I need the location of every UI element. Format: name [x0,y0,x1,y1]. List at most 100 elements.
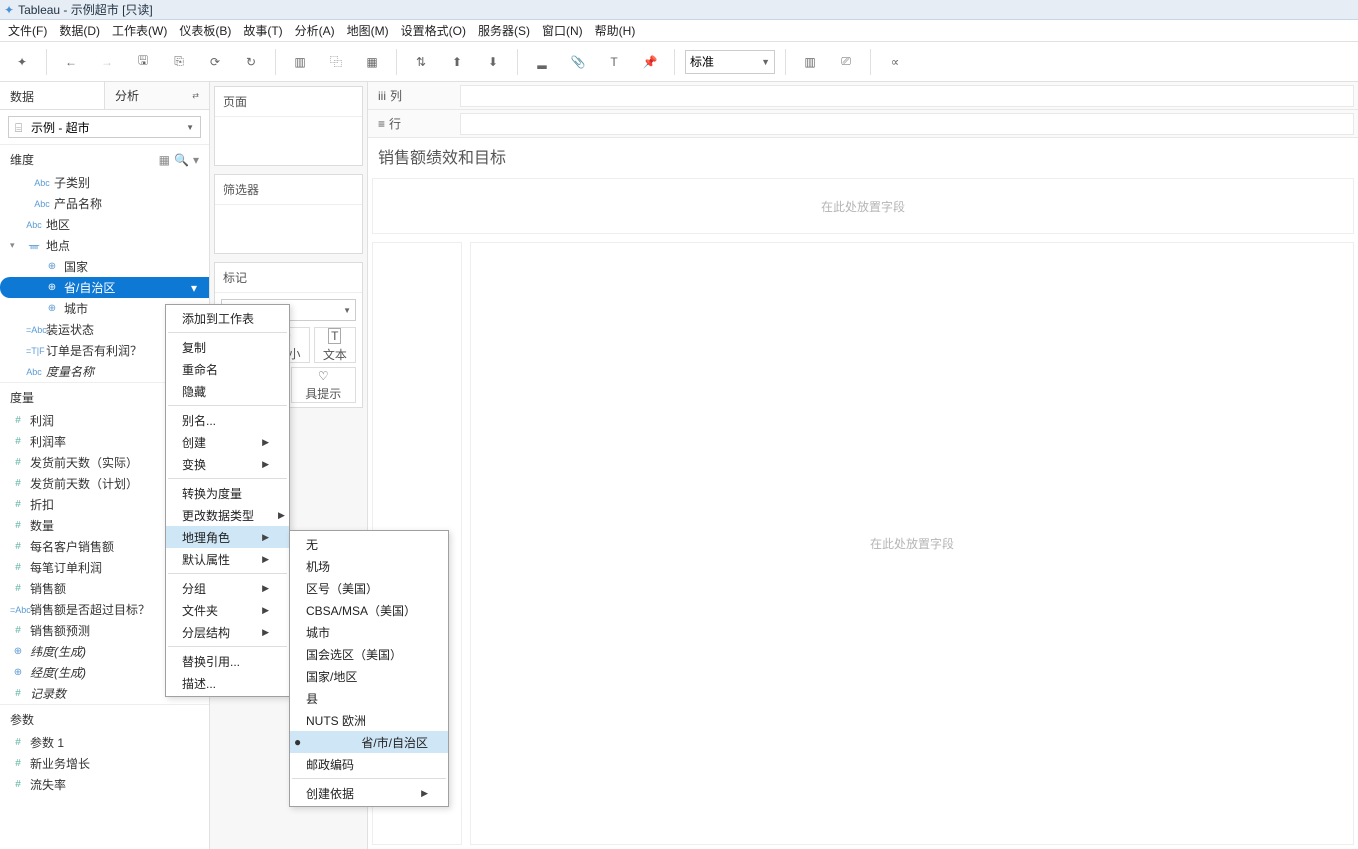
view-icon[interactable]: ▦ [159,153,170,167]
menu-item-转换为度量[interactable]: 转换为度量 [166,482,289,504]
field-国家[interactable]: ⊕国家 [0,256,209,277]
datasource-dropdown[interactable]: ⌸示例 - 超市 ▼ [8,116,201,138]
new-data-icon[interactable]: ⎘ [165,48,193,76]
columns-icon: iii [378,89,386,103]
parameters-header: 参数 [0,704,209,732]
swap-icon[interactable]: ⇅ [407,48,435,76]
menu-item-变换[interactable]: 变换▶ [166,453,289,475]
field-参数 1[interactable]: #参数 1 [0,732,209,753]
columns-drop[interactable] [460,85,1354,107]
menu-dashboard[interactable]: 仪表板(B) [179,22,231,39]
filters-shelf[interactable]: 筛选器 [214,174,363,254]
field-子类别[interactable]: Abc子类别 [0,172,209,193]
field-地区[interactable]: Abc地区 [0,214,209,235]
menu-item-分组[interactable]: 分组▶ [166,577,289,599]
menu-item-邮政编码[interactable]: 邮政编码 [290,753,448,775]
menu-item-复制[interactable]: 复制 [166,336,289,358]
menu-data[interactable]: 数据(D) [59,22,100,39]
drop-zone-top[interactable]: 在此处放置字段 [372,178,1354,234]
field-产品名称[interactable]: Abc产品名称 [0,193,209,214]
show-cards-icon[interactable]: ▥ [796,48,824,76]
menu-item-隐藏[interactable]: 隐藏 [166,380,289,402]
menu-item-添加到工作表[interactable]: 添加到工作表 [166,307,289,329]
menu-item-国家/地区[interactable]: 国家/地区 [290,665,448,687]
group-icon[interactable]: 📎 [564,48,592,76]
field-地点[interactable]: ▾ᚄ地点 [0,235,209,256]
menu-icon[interactable]: ▾ [193,153,199,167]
menu-item-城市[interactable]: 城市 [290,621,448,643]
chevron-down-icon: ▼ [186,123,194,132]
field-新业务增长[interactable]: #新业务增长 [0,753,209,774]
home-icon[interactable]: ✦ [8,48,36,76]
tooltip-icon: ♡ [318,369,329,383]
columns-shelf[interactable]: iii列 [368,82,1358,110]
menu-bar: 文件(F) 数据(D) 工作表(W) 仪表板(B) 故事(T) 分析(A) 地图… [0,20,1358,42]
window-title: Tableau - 示例超市 [只读] [18,1,153,18]
menu-story[interactable]: 故事(T) [243,22,282,39]
forward-icon[interactable]: → [93,48,121,76]
separator [870,49,871,75]
presentation-icon[interactable]: ⎚ [832,48,860,76]
menu-item-文件夹[interactable]: 文件夹▶ [166,599,289,621]
rows-drop[interactable] [460,113,1354,135]
menu-item-地理角色[interactable]: 地理角色▶ [166,526,289,548]
menu-item-国会选区（美国）[interactable]: 国会选区（美国） [290,643,448,665]
share-icon[interactable]: ∝ [881,48,909,76]
menu-format[interactable]: 设置格式(O) [401,22,466,39]
tab-analytics[interactable]: 分析 ⇄ [104,82,209,109]
field-流失率[interactable]: #流失率 [0,774,209,795]
marks-text-button[interactable]: T文本 [314,327,356,363]
chevron-down-icon: ▼ [761,57,770,67]
search-icon[interactable]: 🔍 [174,153,189,167]
datasource-icon: ⌸ [15,121,27,136]
separator [275,49,276,75]
menu-item-别名...[interactable]: 别名... [166,409,289,431]
menu-item-分层结构[interactable]: 分层结构▶ [166,621,289,643]
menu-item-省/市/自治区[interactable]: ●省/市/自治区 [290,731,448,753]
menu-worksheet[interactable]: 工作表(W) [112,22,167,39]
menu-item-默认属性[interactable]: 默认属性▶ [166,548,289,570]
menu-item-区号（美国）[interactable]: 区号（美国） [290,577,448,599]
menu-item-重命名[interactable]: 重命名 [166,358,289,380]
tab-data[interactable]: 数据 [0,82,104,109]
drop-zone-main[interactable]: 在此处放置字段 [470,242,1354,845]
back-icon[interactable]: ← [57,48,85,76]
highlight-icon[interactable]: ▂ [528,48,556,76]
auto-update-icon[interactable]: ⟳ [201,48,229,76]
menu-item-CBSA/MSA（美国）[interactable]: CBSA/MSA（美国） [290,599,448,621]
clear-icon[interactable]: ▦ [358,48,386,76]
menu-map[interactable]: 地图(M) [347,22,389,39]
menu-separator [168,332,287,333]
menu-item-无[interactable]: 无 [290,533,448,555]
run-icon[interactable]: ↻ [237,48,265,76]
duplicate-icon[interactable]: ⿻ [322,48,350,76]
sort-desc-icon[interactable]: ⬇ [479,48,507,76]
pin-icon[interactable]: 📌 [636,48,664,76]
menu-window[interactable]: 窗口(N) [542,22,583,39]
menu-item-NUTS 欧洲[interactable]: NUTS 欧洲 [290,709,448,731]
fit-dropdown[interactable]: 标准 ▼ [685,50,775,74]
menu-analysis[interactable]: 分析(A) [295,22,335,39]
menu-separator [168,405,287,406]
menu-file[interactable]: 文件(F) [8,22,47,39]
menu-item-更改数据类型[interactable]: 更改数据类型▶ [166,504,289,526]
marks-tooltip-button[interactable]: ♡具提示 [291,367,357,403]
top-shelves: iii列 ≡行 [368,82,1358,138]
label-icon[interactable]: T [600,48,628,76]
menu-item-创建[interactable]: 创建▶ [166,431,289,453]
fit-label: 标准 [690,53,714,70]
menu-item-创建依据[interactable]: 创建依据▶ [290,782,448,804]
menu-item-县[interactable]: 县 [290,687,448,709]
sheet-title[interactable]: 销售额绩效和目标 [368,138,1358,174]
menu-item-描述...[interactable]: 描述... [166,672,289,694]
new-worksheet-icon[interactable]: ▥ [286,48,314,76]
menu-item-机场[interactable]: 机场 [290,555,448,577]
sort-asc-icon[interactable]: ⬆ [443,48,471,76]
rows-shelf[interactable]: ≡行 [368,110,1358,138]
pages-shelf[interactable]: 页面 [214,86,363,166]
field-省/自治区[interactable]: ⊕省/自治区▾ [0,277,209,298]
menu-item-替换引用...[interactable]: 替换引用... [166,650,289,672]
menu-help[interactable]: 帮助(H) [595,22,636,39]
menu-server[interactable]: 服务器(S) [478,22,530,39]
save-icon[interactable]: 🖫 [129,48,157,76]
